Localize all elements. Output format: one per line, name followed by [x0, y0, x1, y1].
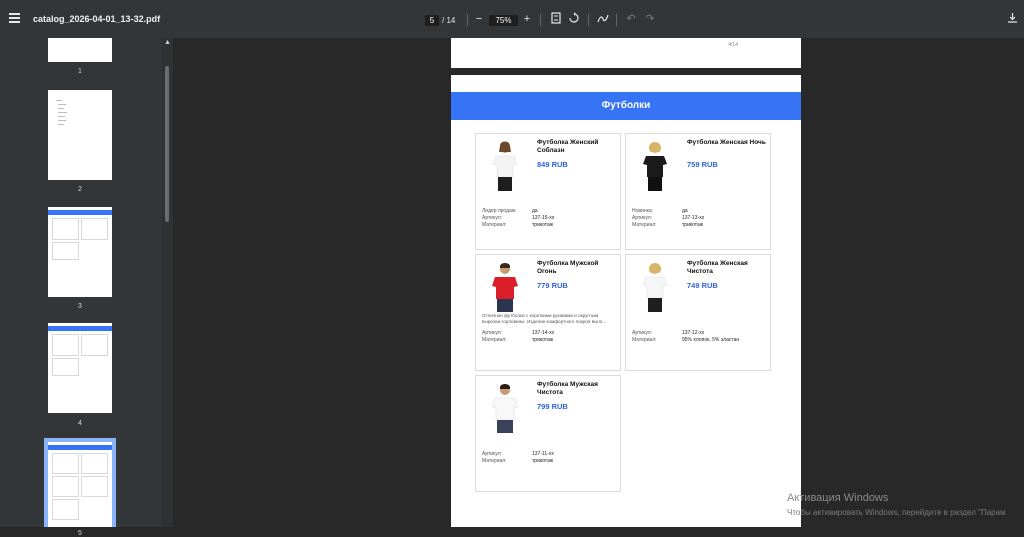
thumbnail-label: 4 [78, 420, 82, 427]
page-footer-number: 4/14 [728, 42, 738, 48]
toolbar-divider [540, 14, 541, 26]
product-name: Футболка Мужской Огонь [537, 260, 599, 275]
product-description: Отличная футболка с короткими рукавами и… [482, 313, 607, 324]
thumbnail-image [48, 90, 112, 180]
section-title: Футболки [451, 92, 801, 120]
thumbnail-image [48, 323, 112, 413]
thumbnail-label: 2 [78, 186, 82, 193]
thumbnail-image [48, 207, 112, 297]
product-card: Футболка Женский Соблазн 849 RUB Лидер п… [475, 133, 621, 250]
menu-icon[interactable] [9, 13, 20, 24]
thumbnail-image [48, 38, 112, 62]
product-name: Футболка Женская Ночь [687, 139, 766, 146]
thumbnail-label: 3 [78, 303, 82, 310]
document-title: catalog_2026-04-01_13-32.pdf [33, 14, 161, 24]
page-total: / 14 [442, 16, 456, 25]
toolbar-divider [467, 14, 468, 26]
product-price: 779 RUB [537, 281, 568, 290]
product-name: Футболка Мужская Чистота [537, 381, 598, 396]
redo-icon[interactable]: ↷ [643, 12, 657, 26]
product-price: 849 RUB [537, 160, 568, 169]
product-price: 749 RUB [687, 281, 718, 290]
thumbnail-label: 1 [78, 68, 82, 75]
windows-activation-text: Чтобы активировать Windows, перейдите в … [787, 508, 1006, 517]
product-photo [485, 140, 525, 191]
toolbar-divider [588, 14, 589, 26]
thumbnail-image [48, 442, 112, 527]
product-price: 799 RUB [537, 402, 568, 411]
product-photo [485, 382, 525, 433]
product-photo [635, 140, 675, 191]
pdf-page-5: Футболки Футболка Женский Соблазн 849 RU… [451, 75, 801, 527]
product-name: Футболка Женский Соблазн [537, 139, 599, 154]
product-photo [485, 261, 525, 312]
pdf-page-4: 4/14 [451, 38, 801, 68]
product-price: 759 RUB [687, 160, 718, 169]
document-viewport[interactable]: 4/14 Футболки Футболка Женский Соблазн 8… [173, 38, 1024, 527]
zoom-out-icon[interactable]: − [472, 12, 486, 26]
download-icon[interactable] [1005, 12, 1019, 26]
annotate-icon[interactable] [596, 12, 610, 26]
product-card: Футболка Женская Чистота 749 RUB Артикул… [625, 254, 771, 371]
product-card: Футболка Мужской Огонь 779 RUB Отличная … [475, 254, 621, 371]
product-card: Футболка Женская Ночь 759 RUB Новинка: да… [625, 133, 771, 250]
product-photo [635, 261, 675, 312]
fit-page-icon[interactable] [549, 12, 563, 26]
undo-icon[interactable]: ↶ [624, 12, 638, 26]
zoom-input[interactable]: 75% [489, 15, 518, 26]
toolbar-divider [616, 14, 617, 26]
product-name: Футболка Женская Чистота [687, 260, 748, 275]
zoom-in-icon[interactable]: + [520, 12, 534, 26]
sidebar-scrollbar-thumb[interactable] [165, 66, 169, 222]
rotate-icon[interactable] [567, 12, 581, 26]
thumbnail-label: 5 [78, 530, 82, 537]
product-card: Футболка Мужская Чистота 799 RUB Артикул… [475, 375, 621, 492]
windows-activation-title: Активация Windows [787, 492, 889, 504]
scroll-up-icon[interactable]: ▲ [162, 38, 173, 48]
pdf-toolbar: catalog_2026-04-01_13-32.pdf 5 / 14 − 75… [0, 0, 1024, 38]
page-number-input[interactable]: 5 [425, 15, 439, 26]
